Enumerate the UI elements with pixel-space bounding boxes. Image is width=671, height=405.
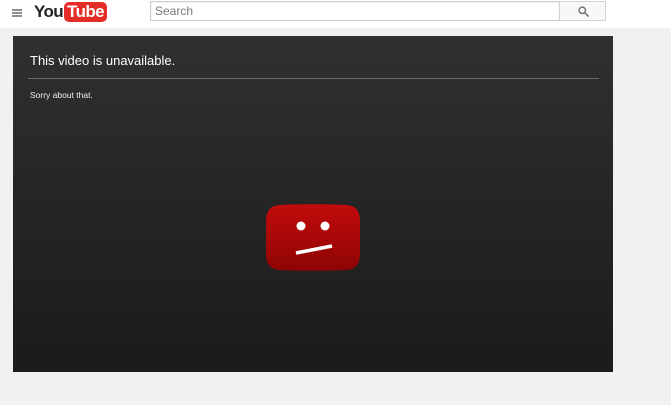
sad-tv-icon	[266, 204, 360, 271]
search-button[interactable]	[559, 1, 606, 21]
error-divider	[28, 78, 599, 79]
video-player[interactable]: This video is unavailable. Sorry about t…	[13, 36, 613, 372]
masthead: You Tube	[0, 0, 671, 28]
error-subtitle: Sorry about that.	[30, 90, 93, 100]
logo-you-text: You	[34, 2, 64, 21]
search-form	[150, 1, 606, 21]
error-title: This video is unavailable.	[30, 53, 176, 68]
search-input[interactable]	[150, 1, 559, 21]
youtube-logo[interactable]: You Tube	[34, 1, 107, 23]
hamburger-menu-icon[interactable]	[12, 9, 22, 17]
logo-tube-text: Tube	[64, 2, 107, 22]
magnifier-icon	[578, 6, 589, 17]
